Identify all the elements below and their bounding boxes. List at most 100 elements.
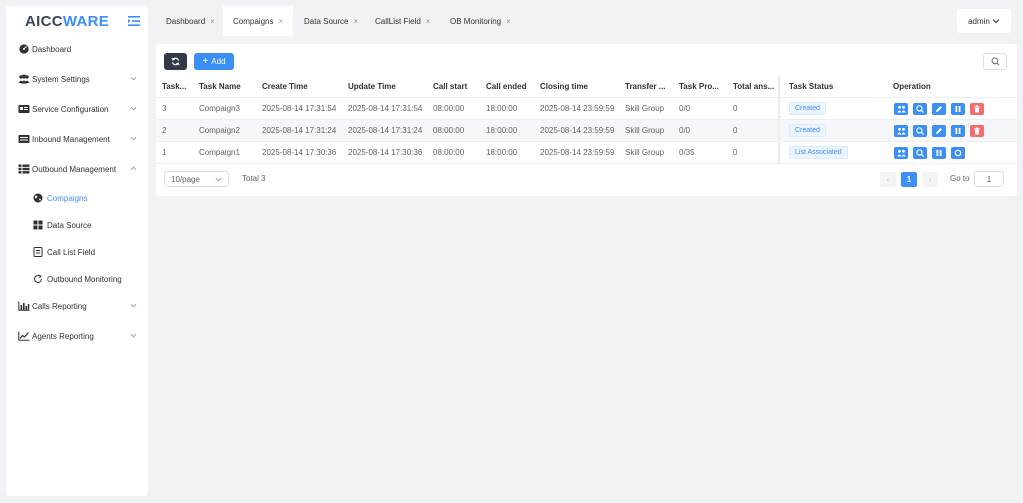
sidebar-subitem-label: Outbound Monitoring	[47, 274, 122, 284]
chevron-down-icon	[992, 19, 1000, 24]
assign-users-button[interactable]	[894, 147, 908, 159]
stop-button[interactable]	[951, 147, 965, 159]
sidebar-collapse-icon[interactable]	[128, 16, 140, 26]
sidebar-item-outbound-management[interactable]: Outbound Management	[6, 157, 148, 181]
column-header[interactable]: Transfer ...	[625, 76, 670, 98]
update-time: 2025-08-14 17:31:54	[348, 104, 423, 113]
column-header[interactable]: Call start	[433, 76, 481, 98]
column-header[interactable]: Call ended	[486, 76, 536, 98]
tab-data-source[interactable]: Data Source ×	[294, 6, 368, 36]
sidebar-item-agents-reporting[interactable]: Agents Reporting	[6, 324, 148, 348]
tab-ob-monitoring[interactable]: OB Monitoring ×	[440, 6, 521, 36]
column-header[interactable]: Closing time	[540, 76, 620, 98]
next-page-button[interactable]: ›	[922, 172, 938, 187]
column-header[interactable]: Task Status	[789, 76, 879, 98]
pencil-icon	[936, 128, 942, 134]
close-icon[interactable]: ×	[426, 17, 431, 26]
table-row[interactable]: 1 Compaign1 2025-08-14 17:30:36 2025-08-…	[156, 142, 1017, 164]
edit-button[interactable]	[932, 103, 946, 115]
sidebar-subitem-outbound-monitoring[interactable]: Outbound Monitoring	[6, 267, 148, 291]
tab-calllist-field[interactable]: CallList Field ×	[365, 6, 440, 36]
brand-logo: AICCWARE	[25, 13, 109, 30]
transfer-type: Skill Group	[625, 104, 665, 113]
closing-time: 2025-08-14 23:59:59	[540, 148, 615, 157]
zoom-in-icon	[916, 105, 924, 113]
delete-button[interactable]	[970, 103, 984, 115]
view-details-button[interactable]	[913, 125, 927, 137]
assign-users-button[interactable]	[894, 125, 908, 137]
trash-icon	[974, 105, 980, 113]
users-icon	[896, 149, 906, 157]
task-name: Compaign2	[199, 126, 240, 135]
page-number: 1	[906, 175, 912, 184]
row-operations	[894, 125, 984, 137]
tab-label: CallList Field	[375, 16, 421, 26]
column-header[interactable]: Task Pro...	[679, 76, 726, 98]
column-header[interactable]: Total ans...	[733, 76, 777, 98]
chevron-left-icon: ‹	[886, 175, 890, 184]
transfer-type: Skill Group	[625, 148, 665, 157]
prev-page-button[interactable]: ‹	[880, 172, 896, 187]
sidebar-item-calls-reporting[interactable]: Calls Reporting	[6, 294, 148, 318]
sidebar-item-label: System Settings	[32, 74, 90, 84]
call-ended: 18:00:00	[486, 126, 518, 135]
sidebar-item-dashboard[interactable]: Dashboard	[6, 37, 148, 61]
user-menu[interactable]: admin	[957, 9, 1011, 33]
close-icon[interactable]: ×	[353, 17, 358, 26]
close-icon[interactable]: ×	[210, 17, 215, 26]
page-size-select[interactable]: 10/page	[164, 171, 229, 187]
tab-label: Dashboard	[166, 16, 206, 26]
update-time: 2025-08-14 17:31:24	[348, 126, 423, 135]
view-details-button[interactable]	[913, 103, 927, 115]
zoom-in-icon	[916, 149, 924, 157]
globe-icon	[32, 193, 44, 203]
delete-button[interactable]	[970, 125, 984, 137]
column-header[interactable]: Task...	[162, 76, 190, 98]
users-icon	[896, 105, 906, 113]
sidebar-subitem-call-list-field[interactable]: Call List Field	[6, 240, 148, 264]
edit-button[interactable]	[932, 125, 946, 137]
call-ended: 18:00:00	[486, 104, 518, 113]
task-progress: 0/0	[679, 126, 691, 135]
task-progress: 0/35	[679, 148, 695, 157]
column-header[interactable]: Update Time	[348, 76, 428, 98]
close-icon[interactable]: ×	[506, 17, 511, 26]
view-details-button[interactable]	[913, 147, 927, 159]
goto-label: Go to	[950, 174, 970, 183]
campaigns-table: Task... Task Name Create Time Update Tim…	[156, 76, 1017, 164]
task-name: Compaign3	[199, 104, 240, 113]
brand-logo-part1: AICC	[25, 12, 63, 30]
closing-time: 2025-08-14 23:59:59	[540, 104, 615, 113]
sidebar-subitem-data-source[interactable]: Data Source	[6, 213, 148, 237]
goto-page-input[interactable]	[974, 171, 1004, 187]
pause-button[interactable]	[932, 147, 946, 159]
refresh-button[interactable]	[164, 53, 187, 70]
sidebar-item-inbound-management[interactable]: Inbound Management	[6, 127, 148, 151]
plus-icon: +	[202, 55, 209, 67]
sidebar-subitem-compaigns[interactable]: Compaigns	[6, 186, 148, 210]
chevron-down-icon	[130, 333, 137, 338]
add-button[interactable]: + Add	[194, 53, 234, 70]
call-start: 08:00:00	[433, 104, 465, 113]
tab-dashboard[interactable]: Dashboard ×	[156, 6, 225, 36]
page-number-button[interactable]: 1	[901, 172, 917, 187]
sidebar-item-service-configuration[interactable]: Service Configuration	[6, 97, 148, 121]
chevron-up-icon	[130, 166, 137, 171]
close-icon[interactable]: ×	[278, 17, 283, 26]
table-row[interactable]: 3 Compaign3 2025-08-14 17:31:54 2025-08-…	[156, 98, 1017, 120]
total-answered: 0	[733, 126, 738, 135]
update-time: 2025-08-14 17:30:36	[348, 148, 423, 157]
column-header[interactable]: Create Time	[262, 76, 342, 98]
pause-button[interactable]	[951, 103, 965, 115]
table-row[interactable]: 2 Compaign2 2025-08-14 17:31:24 2025-08-…	[156, 120, 1017, 142]
chevron-right-icon: ›	[928, 175, 932, 184]
search-button[interactable]	[983, 53, 1007, 70]
sidebar-item-system-settings[interactable]: System Settings	[6, 67, 148, 91]
pause-button[interactable]	[951, 125, 965, 137]
assign-users-button[interactable]	[894, 103, 908, 115]
tab-compaigns[interactable]: Compaigns ×	[223, 6, 294, 36]
sidebar-item-label: Service Configuration	[32, 104, 109, 114]
call-start: 08:00:00	[433, 126, 465, 135]
column-header[interactable]: Task Name	[199, 76, 254, 98]
sidebar-item-label: Agents Reporting	[32, 331, 94, 341]
